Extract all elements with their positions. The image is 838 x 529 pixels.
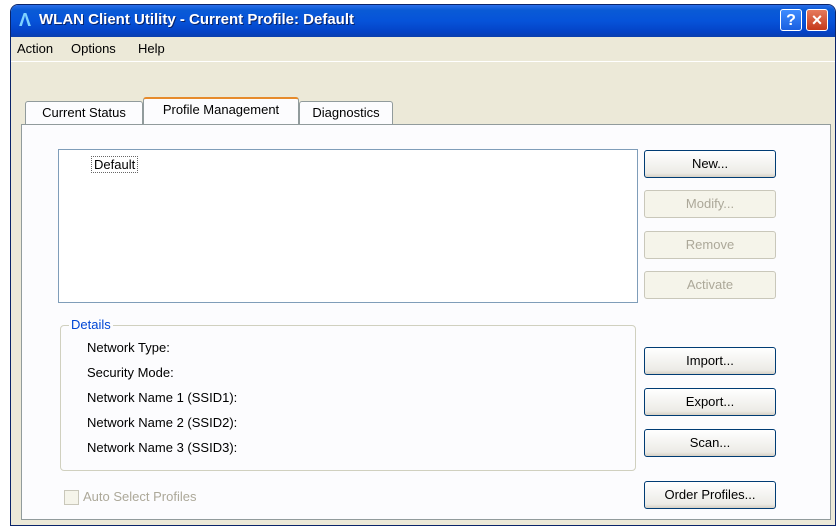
menu-action[interactable]: Action bbox=[17, 41, 53, 56]
order-profiles-button[interactable]: Order Profiles... bbox=[644, 481, 776, 509]
import-button[interactable]: Import... bbox=[644, 347, 776, 375]
ssid1-label: Network Name 1 (SSID1): bbox=[87, 390, 238, 405]
menu-options[interactable]: Options bbox=[71, 41, 116, 56]
auto-select-label: Auto Select Profiles bbox=[83, 489, 197, 504]
auto-select-checkbox[interactable] bbox=[64, 490, 79, 506]
ssid2-label: Network Name 2 (SSID2): bbox=[87, 415, 238, 430]
remove-button[interactable]: Remove bbox=[644, 231, 776, 259]
details-legend: Details bbox=[69, 317, 113, 332]
window-title: WLAN Client Utility - Current Profile: D… bbox=[39, 11, 354, 28]
wlan-client-utility-window: Λ WLAN Client Utility - Current Profile:… bbox=[10, 4, 836, 526]
title-bar: Λ WLAN Client Utility - Current Profile:… bbox=[11, 5, 835, 37]
help-icon[interactable]: ? bbox=[780, 9, 802, 31]
network-type-label: Network Type: bbox=[87, 340, 170, 355]
new-button[interactable]: New... bbox=[644, 150, 776, 178]
export-button[interactable]: Export... bbox=[644, 388, 776, 416]
scan-button[interactable]: Scan... bbox=[644, 429, 776, 457]
profile-item-default[interactable]: Default bbox=[91, 156, 139, 173]
security-mode-label: Security Mode: bbox=[87, 365, 174, 380]
tab-profile-management[interactable]: Profile Management bbox=[143, 97, 299, 124]
tab-diagnostics[interactable]: Diagnostics bbox=[299, 101, 393, 124]
menu-help[interactable]: Help bbox=[138, 41, 165, 56]
menu-bar: Action Options Help bbox=[11, 37, 835, 62]
activate-button[interactable]: Activate bbox=[644, 271, 776, 299]
auto-select-profiles[interactable]: Auto Select Profiles bbox=[64, 489, 197, 506]
tab-current-status[interactable]: Current Status bbox=[25, 101, 143, 124]
profile-management-panel: Default New... Modify... Remove Activate… bbox=[21, 124, 831, 520]
wlan-a-icon: Λ bbox=[19, 10, 32, 30]
details-groupbox: Details Network Type: Security Mode: Net… bbox=[60, 317, 636, 471]
ssid3-label: Network Name 3 (SSID3): bbox=[87, 440, 238, 455]
close-icon[interactable]: × bbox=[806, 9, 828, 31]
profile-list[interactable]: Default bbox=[58, 149, 638, 303]
modify-button[interactable]: Modify... bbox=[644, 190, 776, 218]
